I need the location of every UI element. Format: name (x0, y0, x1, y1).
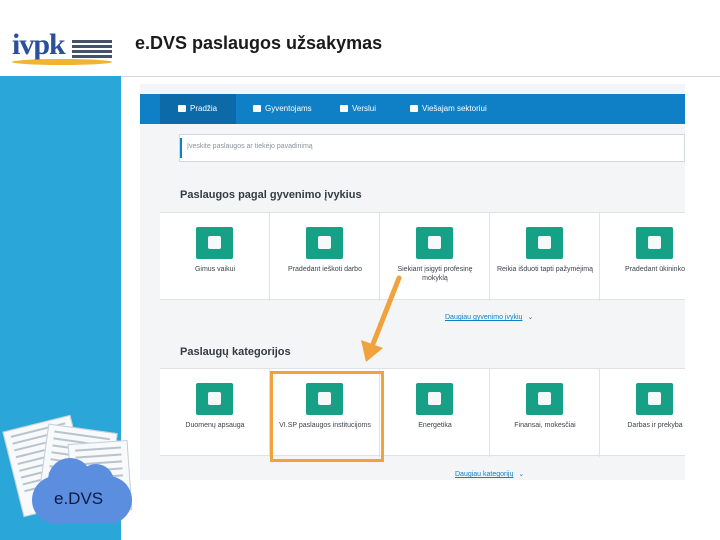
tile-life-event[interactable]: Reikia išduoti tapti pažymėjimą (490, 213, 600, 301)
nav-item-residents[interactable]: Gyventojams (253, 94, 312, 124)
slide: ivpk e.DVS e.DVS paslaugos užsakymas Pra… (0, 0, 720, 540)
battery-icon (416, 383, 453, 415)
logo-text: ivpk (12, 28, 66, 61)
tile-label: Gimus vaikui (194, 266, 236, 273)
shield-lock-icon (196, 383, 233, 415)
more-categories-link[interactable]: Daugiau kategorijų ⌄ (455, 470, 524, 478)
tile-label: Pradedant ūkininko (625, 266, 685, 273)
tile-label: Darbas ir prekyba (627, 422, 683, 429)
search-placeholder: Įveskite paslaugos ar tiekėjo pavadinimą (187, 143, 313, 150)
users-icon (253, 105, 261, 112)
portal-screenshot: Pradžia Gyventojams Verslui Viešajam sek… (140, 84, 685, 480)
logo-swoosh (12, 59, 112, 65)
edvs-illustration: e.DVS (2, 414, 138, 535)
chevron-down-icon: ⌄ (527, 314, 534, 321)
section-title-life-events: Paslaugos pagal gyvenimo įvykius (180, 189, 362, 201)
main-nav: Pradžia Gyventojams Verslui Viešajam sek… (140, 94, 685, 124)
title-divider (121, 76, 720, 77)
institution-icon (410, 105, 418, 112)
tractor-icon (636, 227, 673, 259)
nav-label: Verslui (352, 104, 377, 113)
tile-category[interactable]: Finansai, mokesčiai (490, 369, 600, 457)
money-icon (526, 383, 563, 415)
cv-icon (306, 227, 343, 259)
nav-label: Viešajam sektoriui (422, 104, 487, 113)
life-events-row: Gimus vaikui Pradedant ieškoti darbo Sie… (160, 212, 685, 301)
more-link-label: Daugiau kategorijų (455, 471, 514, 478)
nav-item-business[interactable]: Verslui (340, 94, 376, 124)
id-card-icon (526, 227, 563, 259)
tile-label: Reikia išduoti tapti pažymėjimą (496, 266, 594, 273)
tile-life-event[interactable]: Gimus vaikui (160, 213, 270, 301)
nav-label: Pradžia (190, 104, 218, 113)
factory-icon (636, 383, 673, 415)
tile-label: Pradedant ieškoti darbo (288, 266, 362, 273)
chevron-down-icon: ⌄ (518, 471, 525, 478)
tile-label: Finansai, mokesčiai (514, 422, 576, 429)
stroller-icon (196, 227, 233, 259)
nav-item-home[interactable]: Pradžia (160, 94, 236, 124)
pointer-arrow-icon (361, 275, 402, 362)
graduation-cap-icon (416, 227, 453, 259)
nav-item-public-sector[interactable]: Viešajam sektoriui (410, 94, 487, 124)
logo: ivpk (0, 0, 121, 76)
cloud-label: e.DVS (54, 489, 104, 508)
logo-subtitle-lines (72, 40, 112, 60)
section-title-categories: Paslaugų kategorijos (180, 346, 291, 358)
nav-label: Gyventojams (265, 104, 312, 113)
highlight-box (270, 371, 384, 462)
tile-label: Energetika (418, 422, 452, 429)
more-link-label: Daugiau gyvenimo įvykių (445, 314, 523, 321)
search-caret (180, 138, 182, 158)
tile-label: Duomenų apsauga (185, 422, 245, 429)
more-life-events-link[interactable]: Daugiau gyvenimo įvykių ⌄ (445, 313, 533, 321)
left-sidebar-band: ivpk e.DVS (0, 0, 133, 540)
tile-category[interactable]: Energetika (380, 369, 490, 457)
briefcase-icon (340, 105, 348, 112)
tile-life-event[interactable]: Pradedant ūkininko (600, 213, 685, 301)
search-input[interactable]: Įveskite paslaugos ar tiekėjo pavadinimą (179, 134, 685, 162)
categories-row: Duomenų apsauga VI.SP paslaugos instituc… (160, 368, 685, 457)
tile-category[interactable]: Darbas ir prekyba (600, 369, 685, 457)
slide-title: e.DVS paslaugos užsakymas (135, 33, 383, 53)
home-icon (178, 105, 186, 112)
tile-category[interactable]: Duomenų apsauga (160, 369, 270, 457)
